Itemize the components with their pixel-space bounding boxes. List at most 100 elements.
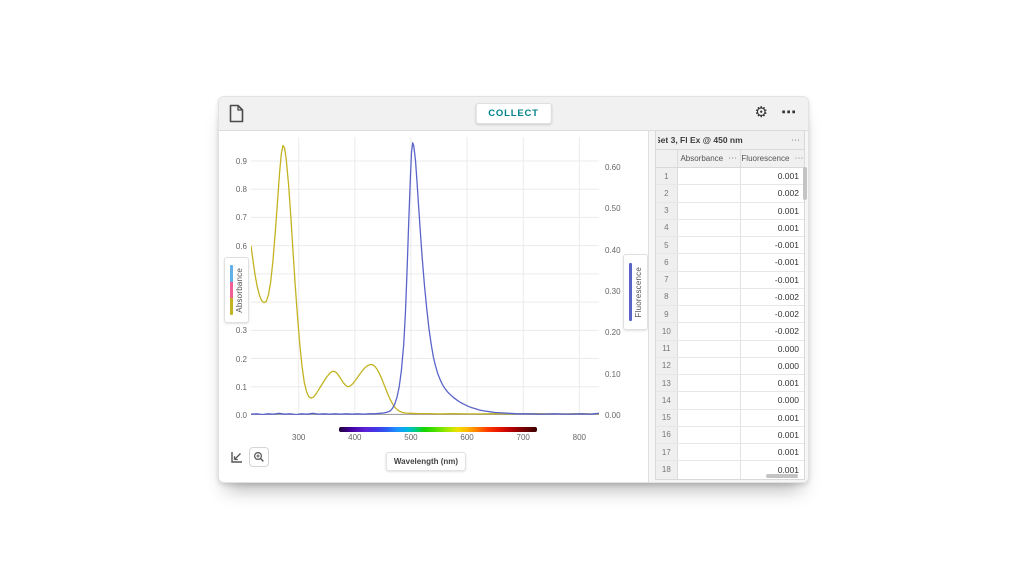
row-number-cell[interactable]: 13: [656, 375, 678, 391]
fluorescence-cell[interactable]: 0.001: [741, 410, 804, 426]
row-number-cell[interactable]: 5: [656, 237, 678, 253]
row-number-cell[interactable]: 9: [656, 306, 678, 322]
fluorescence-cell[interactable]: 0.000: [741, 392, 804, 408]
row-number-cell[interactable]: 14: [656, 392, 678, 408]
left-axis-label-box[interactable]: Absorbance: [224, 257, 249, 323]
spectrum-plot[interactable]: [251, 137, 599, 415]
fluorescence-header-label: Fluorescence: [741, 154, 789, 163]
fluorescence-cell[interactable]: -0.001: [741, 254, 804, 270]
absorbance-cell[interactable]: [678, 168, 741, 184]
absorbance-legend-stripe: [230, 265, 233, 314]
left-axis-tick-label: 0.3: [225, 326, 247, 335]
x-axis-label-box[interactable]: Wavelength (nm): [386, 452, 466, 471]
row-number-cell[interactable]: 10: [656, 323, 678, 339]
absorbance-cell[interactable]: [678, 185, 741, 201]
row-number-cell[interactable]: 18: [656, 461, 678, 478]
x-axis-tick-label: 500: [398, 433, 424, 442]
absorbance-cell[interactable]: [678, 237, 741, 253]
settings-gear-icon[interactable]: ⚙: [755, 101, 768, 125]
table-row: 3 0.001: [656, 203, 804, 220]
left-axis-tick-label: 0.9: [225, 157, 247, 166]
row-number-cell[interactable]: 11: [656, 341, 678, 357]
fluorescence-legend-stripe: [629, 263, 632, 321]
table-row: 10 -0.002: [656, 323, 804, 340]
row-number-cell[interactable]: 6: [656, 254, 678, 270]
row-number-header: [656, 150, 678, 167]
absorbance-column-menu-icon[interactable]: ⋯: [725, 153, 737, 164]
fluorescence-cell[interactable]: 0.000: [741, 341, 804, 357]
row-number-cell[interactable]: 12: [656, 358, 678, 374]
graph-options-button[interactable]: [227, 448, 245, 466]
data-table: Set 3, Fl Ex @ 450 nm ⋯ Absorbance ⋯ Flu…: [655, 131, 805, 480]
fluorescence-cell[interactable]: -0.002: [741, 306, 804, 322]
dataset-title: Set 3, Fl Ex @ 450 nm: [658, 135, 788, 145]
zoom-autoscale-button[interactable]: [249, 447, 269, 467]
row-number-cell[interactable]: 3: [656, 203, 678, 219]
absorbance-cell[interactable]: [678, 392, 741, 408]
legend-color-segment: [230, 298, 233, 314]
table-row: 2 0.002: [656, 185, 804, 202]
absorbance-cell[interactable]: [678, 358, 741, 374]
legend-color-segment: [629, 263, 632, 321]
dataset-menu-icon[interactable]: ⋯: [788, 135, 800, 146]
visible-spectrum-bar: [339, 427, 537, 432]
legend-color-segment: [230, 282, 233, 298]
absorbance-cell[interactable]: [678, 375, 741, 391]
row-number-cell[interactable]: 7: [656, 272, 678, 288]
right-axis-label-box[interactable]: Fluorescence: [623, 254, 648, 330]
left-axis-tick-label: 0.0: [225, 411, 247, 420]
row-number-cell[interactable]: 2: [656, 185, 678, 201]
fluorescence-cell[interactable]: 0.002: [741, 185, 804, 201]
absorbance-cell[interactable]: [678, 461, 741, 478]
right-axis-tick-label: 0.60: [605, 163, 631, 172]
fluorescence-cell[interactable]: 0.001: [741, 203, 804, 219]
absorbance-cell[interactable]: [678, 323, 741, 339]
absorbance-cell[interactable]: [678, 203, 741, 219]
row-number-cell[interactable]: 1: [656, 168, 678, 184]
absorbance-cell[interactable]: [678, 427, 741, 443]
table-row: 15 0.001: [656, 410, 804, 427]
chart-area: 0.90.80.70.60.50.40.30.20.10.00.600.500.…: [219, 131, 648, 482]
vertical-scrollbar-thumb[interactable]: [803, 167, 807, 200]
absorbance-cell[interactable]: [678, 410, 741, 426]
fluorescence-cell[interactable]: -0.002: [741, 323, 804, 339]
table-row: 6 -0.001: [656, 254, 804, 271]
left-axis-tick-label: 0.8: [225, 185, 247, 194]
collect-button[interactable]: COLLECT: [475, 103, 551, 124]
row-number-cell[interactable]: 16: [656, 427, 678, 443]
fluorescence-column-header[interactable]: Fluorescence ⋯: [741, 150, 804, 167]
row-number-cell[interactable]: 17: [656, 444, 678, 460]
fluorescence-cell[interactable]: -0.002: [741, 289, 804, 305]
x-axis-tick-label: 600: [454, 433, 480, 442]
new-file-icon[interactable]: [229, 104, 244, 123]
fluorescence-cell[interactable]: 0.001: [741, 220, 804, 236]
fluorescence-cell[interactable]: 0.000: [741, 358, 804, 374]
fluorescence-cell[interactable]: 0.001: [741, 375, 804, 391]
row-number-cell[interactable]: 4: [656, 220, 678, 236]
fluorescence-cell[interactable]: 0.001: [741, 168, 804, 184]
horizontal-scrollbar-thumb[interactable]: [766, 474, 798, 478]
desktop-background: COLLECT ⚙ ⋯ 0.90.80.70.60.50.40.30.20.10…: [0, 0, 1024, 576]
left-axis-label: Absorbance: [235, 268, 244, 313]
fluorescence-cell[interactable]: 0.001: [741, 444, 804, 460]
more-options-icon[interactable]: ⋯: [781, 101, 796, 125]
absorbance-cell[interactable]: [678, 289, 741, 305]
fluorescence-cell[interactable]: -0.001: [741, 237, 804, 253]
fluorescence-cell[interactable]: -0.001: [741, 272, 804, 288]
right-axis-tick-label: 0.10: [605, 370, 631, 379]
row-number-cell[interactable]: 8: [656, 289, 678, 305]
fluorescence-cell[interactable]: 0.001: [741, 427, 804, 443]
x-axis-tick-label: 400: [342, 433, 368, 442]
absorbance-cell[interactable]: [678, 444, 741, 460]
absorbance-cell[interactable]: [678, 254, 741, 270]
absorbance-cell[interactable]: [678, 306, 741, 322]
absorbance-cell[interactable]: [678, 272, 741, 288]
right-axis-tick-label: 0.50: [605, 204, 631, 213]
absorbance-cell[interactable]: [678, 220, 741, 236]
absorbance-cell[interactable]: [678, 341, 741, 357]
absorbance-column-header[interactable]: Absorbance ⋯: [678, 150, 741, 167]
row-number-cell[interactable]: 15: [656, 410, 678, 426]
dataset-header-row[interactable]: Set 3, Fl Ex @ 450 nm ⋯: [656, 131, 804, 150]
fluorescence-column-menu-icon[interactable]: ⋯: [791, 153, 803, 164]
table-row: 4 0.001: [656, 220, 804, 237]
